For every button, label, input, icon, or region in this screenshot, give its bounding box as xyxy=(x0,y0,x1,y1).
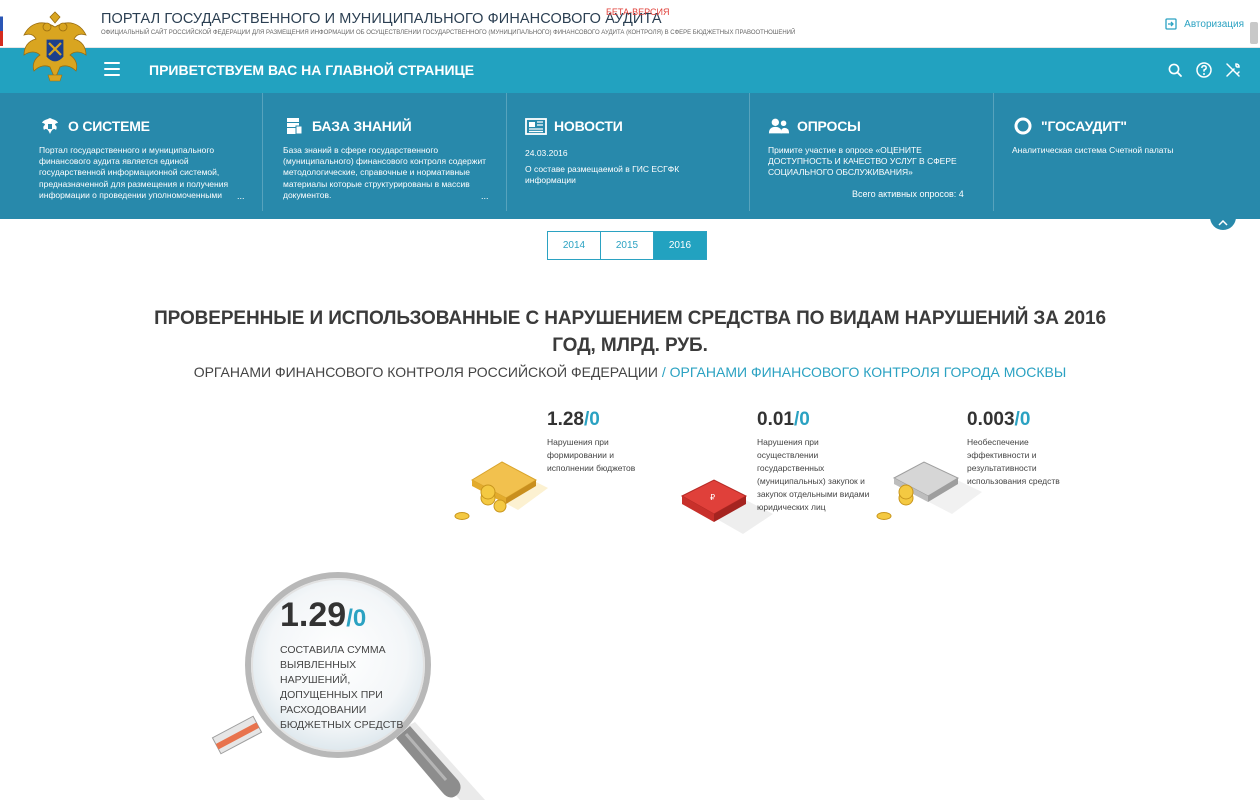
collapse-panel-button[interactable] xyxy=(1210,216,1236,230)
stat-value-row: 0.01/0 xyxy=(757,409,872,431)
top-header: ПОРТАЛ ГОСУДАРСТВЕННОГО И МУНИЦИПАЛЬНОГО… xyxy=(0,0,1260,48)
panel-gosaudit-header: "ГОСАУДИТ" xyxy=(1012,115,1127,137)
stat-alt-value: /0 xyxy=(793,409,810,430)
help-icon[interactable] xyxy=(1195,61,1213,79)
newspaper-icon xyxy=(525,115,547,137)
panel-polls[interactable]: ОПРОСЫ Примите участие в опросе «ОЦЕНИТЕ… xyxy=(768,93,994,211)
emblem-icon xyxy=(39,115,61,137)
panel-news-title: НОВОСТИ xyxy=(554,118,623,134)
panel-gosaudit[interactable]: "ГОСАУДИТ" Аналитическая система Счетной… xyxy=(1012,93,1242,211)
chevron-up-icon xyxy=(1218,220,1228,226)
year-tab-2016[interactable]: 2016 xyxy=(653,231,707,260)
gosaudit-text: Аналитическая система Счетной палаты xyxy=(1012,145,1174,155)
tools-icon[interactable] xyxy=(1224,61,1242,79)
panel-knowledge-text: База знаний в сфере государственного (му… xyxy=(283,145,487,200)
total-value: 1.29 xyxy=(280,596,347,634)
news-date: 24.03.2016 xyxy=(525,148,568,158)
total-description: СОСТАВИЛА СУММА ВЫЯВЛЕННЫХ НАРУШЕНИЙ, ДО… xyxy=(280,644,404,731)
panel-about-more[interactable]: ... xyxy=(237,191,245,201)
portal-subtitle: ОФИЦИАЛЬНЫЙ САЙТ РОССИЙСКОЙ ФЕДЕРАЦИИ ДЛ… xyxy=(101,30,796,36)
flag-stripe xyxy=(0,2,3,46)
panel-polls-header: ОПРОСЫ xyxy=(768,115,861,137)
year-tab-2015[interactable]: 2015 xyxy=(600,231,654,260)
login-label: Авторизация xyxy=(1184,18,1244,30)
stat-budget-violations: 1.28/0 Нарушения при формировании и испо… xyxy=(547,409,657,475)
year-tabs: 2014 2015 2016 xyxy=(547,231,707,260)
stat-value: 0.003 xyxy=(967,409,1015,430)
stat-value-row: 0.003/0 xyxy=(967,409,1077,431)
news-headline[interactable]: О составе размещаемой в ГИС ЕСГФК информ… xyxy=(525,164,715,186)
stat-procurement-violations: 0.01/0 Нарушения при осуществлении госуд… xyxy=(757,409,872,514)
coat-of-arms-logo[interactable] xyxy=(20,9,90,87)
poll-total: Всего активных опросов: 4 xyxy=(852,189,964,199)
menu-icon[interactable] xyxy=(104,62,120,76)
panel-about[interactable]: О СИСТЕМЕ Портал государственного и муни… xyxy=(39,93,263,211)
year-tab-2014[interactable]: 2014 xyxy=(547,231,601,260)
scrollbar-thumb[interactable] xyxy=(1250,22,1258,44)
authority-federal[interactable]: ОРГАНАМИ ФИНАНСОВОГО КОНТРОЛЯ РОССИЙСКОЙ… xyxy=(194,364,658,380)
stat-alt-value: /0 xyxy=(1014,409,1031,430)
authority-switch: ОРГАНАМИ ФИНАНСОВОГО КОНТРОЛЯ РОССИЙСКОЙ… xyxy=(0,364,1260,380)
stat-description: Нарушения при формировании и исполнении … xyxy=(547,437,636,473)
stat-alt-value: /0 xyxy=(583,409,600,430)
documents-icon xyxy=(283,115,305,137)
stat-efficiency-violations: 0.003/0 Необеспечение эффективности и ре… xyxy=(967,409,1077,488)
stat-value-row: 1.28/0 xyxy=(547,409,657,431)
panel-knowledge-header: БАЗА ЗНАНИЙ xyxy=(283,115,412,137)
stat-description: Нарушения при осуществлении государствен… xyxy=(757,437,870,512)
total-alt-value: /0 xyxy=(346,605,367,632)
panel-knowledge-more[interactable]: ... xyxy=(481,191,489,201)
panel-knowledge[interactable]: БАЗА ЗНАНИЙ База знаний в сфере государс… xyxy=(283,93,507,211)
page-title: ПРОВЕРЕННЫЕ И ИСПОЛЬЗОВАННЫЕ С НАРУШЕНИЕ… xyxy=(154,308,1106,356)
info-panel: О СИСТЕМЕ Портал государственного и муни… xyxy=(0,93,1260,219)
panel-about-header: О СИСТЕМЕ xyxy=(39,115,150,137)
panel-gosaudit-title: "ГОСАУДИТ" xyxy=(1041,118,1127,134)
beta-badge: БЕТА-ВЕРСИЯ xyxy=(606,7,670,17)
total-violations-stat: 1.29/0 СОСТАВИЛА СУММА ВЫЯВЛЕННЫХ НАРУШЕ… xyxy=(280,596,420,733)
login-link[interactable]: Авторизация xyxy=(1165,18,1244,30)
panel-about-text: Портал государственного и муниципального… xyxy=(39,145,229,200)
page: ПОРТАЛ ГОСУДАРСТВЕННОГО И МУНИЦИПАЛЬНОГО… xyxy=(0,0,1260,805)
authority-moscow[interactable]: / ОРГАНАМИ ФИНАНСОВОГО КОНТРОЛЯ ГОРОДА М… xyxy=(658,364,1066,380)
login-icon xyxy=(1165,18,1177,30)
panel-about-title: О СИСТЕМЕ xyxy=(68,118,150,134)
svg-text:₽: ₽ xyxy=(710,493,715,502)
panel-polls-title: ОПРОСЫ xyxy=(797,118,861,134)
stat-value: 1.28 xyxy=(547,409,584,430)
panel-knowledge-title: БАЗА ЗНАНИЙ xyxy=(312,118,412,134)
total-value-row: 1.29/0 xyxy=(280,596,420,635)
main-navbar: ПРИВЕТСТВУЕМ ВАС НА ГЛАВНОЙ СТРАНИЦЕ xyxy=(0,48,1260,93)
panel-news-header: НОВОСТИ xyxy=(525,115,623,137)
stat-description: Необеспечение эффективности и результати… xyxy=(967,437,1060,486)
search-icon[interactable] xyxy=(1166,61,1184,79)
portal-title[interactable]: ПОРТАЛ ГОСУДАРСТВЕННОГО И МУНИЦИПАЛЬНОГО… xyxy=(101,11,662,27)
welcome-title: ПРИВЕТСТВУЕМ ВАС НА ГЛАВНОЙ СТРАНИЦЕ xyxy=(149,62,475,78)
users-icon xyxy=(768,115,790,137)
ring-icon xyxy=(1012,115,1034,137)
stat-value: 0.01 xyxy=(757,409,794,430)
panel-news[interactable]: НОВОСТИ 24.03.2016 О составе размещаемой… xyxy=(525,93,750,211)
